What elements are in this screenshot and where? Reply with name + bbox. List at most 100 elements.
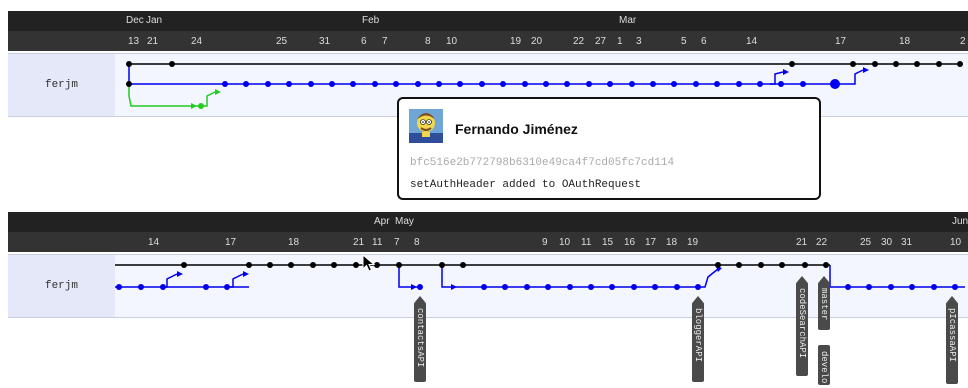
commit-graph[interactable] (115, 254, 968, 318)
commit-dot[interactable] (778, 81, 784, 87)
commit-dot[interactable] (417, 284, 423, 290)
commit-dot[interactable] (286, 81, 292, 87)
commit-dot[interactable] (757, 81, 763, 87)
day-label: 7 (394, 237, 400, 248)
day-label: 24 (191, 36, 203, 47)
branch-tag-develop[interactable]: develo (818, 345, 830, 385)
commit-dot[interactable] (310, 262, 316, 268)
commit-dot[interactable] (436, 81, 442, 87)
commit-hash[interactable]: bfc516e2b772798b6310e49ca4f7cd05fc7cd114 (410, 157, 674, 169)
day-label: 5 (681, 36, 687, 47)
commit-dot[interactable] (564, 81, 570, 87)
commit-dot[interactable] (693, 81, 699, 87)
commit-dot[interactable] (169, 61, 175, 67)
commit-dot[interactable] (267, 262, 273, 268)
month-label: Jan (146, 15, 163, 26)
month-label: May (395, 216, 414, 227)
commit-dot[interactable] (350, 81, 356, 87)
commit-dot[interactable] (629, 81, 635, 87)
day-label: 25 (276, 36, 288, 47)
commit-dot[interactable] (779, 262, 785, 268)
branch-tag-picassaapi[interactable]: pIcassaAPI (946, 296, 958, 384)
commit-dot[interactable] (246, 262, 252, 268)
commit-dot[interactable] (736, 262, 742, 268)
commit-dot[interactable] (714, 81, 720, 87)
commit-dot[interactable] (931, 284, 937, 290)
commit-dot[interactable] (439, 262, 445, 268)
commit-dot[interactable] (823, 262, 829, 268)
commit-dot[interactable] (789, 61, 795, 67)
branch-tag-master[interactable]: master (818, 276, 830, 330)
commit-dot[interactable] (567, 284, 573, 290)
commit-dot[interactable] (329, 81, 335, 87)
commit-dot[interactable] (802, 262, 808, 268)
branch-tag-bloggerapi[interactable]: bloggerAPI (692, 296, 704, 382)
branch-tag-codesearchapi[interactable]: codeSearchAPI (796, 276, 808, 376)
commit-dot[interactable] (353, 262, 359, 268)
commit-dot[interactable] (695, 284, 701, 290)
commit-dot[interactable] (543, 81, 549, 87)
commit-dot[interactable] (586, 81, 592, 87)
commit-dot[interactable] (830, 79, 840, 89)
commit-dot[interactable] (393, 81, 399, 87)
commit-dot[interactable] (909, 284, 915, 290)
commit-dot[interactable] (952, 284, 958, 290)
day-label: 9 (542, 237, 548, 248)
commit-dot[interactable] (265, 81, 271, 87)
commit-dot[interactable] (800, 81, 806, 87)
commit-dot[interactable] (588, 284, 594, 290)
commit-dot[interactable] (893, 61, 899, 67)
commit-dot[interactable] (224, 284, 230, 290)
month-bar (8, 212, 968, 232)
commit-dot[interactable] (650, 81, 656, 87)
commit-dot[interactable] (457, 81, 463, 87)
commit-dot[interactable] (288, 262, 294, 268)
commit-dot[interactable] (331, 262, 337, 268)
commit-dot[interactable] (652, 284, 658, 290)
commit-dot[interactable] (524, 284, 530, 290)
commit-dot[interactable] (126, 61, 132, 67)
commit-dot[interactable] (715, 262, 721, 268)
commit-dot[interactable] (222, 81, 228, 87)
commit-dot[interactable] (308, 81, 314, 87)
commit-dot[interactable] (198, 103, 204, 109)
commit-dot[interactable] (936, 61, 942, 67)
commit-dot[interactable] (631, 284, 637, 290)
commit-dot[interactable] (481, 284, 487, 290)
commit-dot[interactable] (372, 81, 378, 87)
commit-dot[interactable] (415, 81, 421, 87)
day-label: 7 (382, 36, 388, 47)
commit-dot[interactable] (181, 262, 187, 268)
commit-dot[interactable] (845, 284, 851, 290)
commit-dot[interactable] (160, 284, 166, 290)
commit-dot[interactable] (736, 81, 742, 87)
branch-tag-contactsapi[interactable]: contactsAPI (414, 296, 426, 382)
commit-dot[interactable] (460, 262, 466, 268)
day-label: 14 (746, 36, 758, 47)
commit-dot[interactable] (502, 284, 508, 290)
commit-dot[interactable] (609, 284, 615, 290)
commit-dot[interactable] (545, 284, 551, 290)
commit-dot[interactable] (479, 81, 485, 87)
commit-dot[interactable] (850, 61, 856, 67)
commit-dot[interactable] (243, 81, 249, 87)
commit-dots[interactable] (115, 255, 968, 317)
commit-dot[interactable] (674, 284, 680, 290)
commit-dot[interactable] (914, 61, 920, 67)
commit-dot[interactable] (888, 284, 894, 290)
commit-dot[interactable] (607, 81, 613, 87)
commit-dot[interactable] (522, 81, 528, 87)
commit-dot[interactable] (138, 284, 144, 290)
commit-dot[interactable] (866, 284, 872, 290)
commit-dot[interactable] (126, 81, 132, 87)
commit-dot[interactable] (203, 284, 209, 290)
commit-dot[interactable] (396, 262, 402, 268)
commit-dot[interactable] (116, 284, 122, 290)
commit-dot[interactable] (500, 81, 506, 87)
commit-dot[interactable] (758, 262, 764, 268)
commit-dot[interactable] (957, 61, 963, 67)
day-label: 11 (581, 237, 592, 248)
commit-dot[interactable] (872, 61, 878, 67)
commit-dot[interactable] (671, 81, 677, 87)
month-label: Apr (374, 216, 390, 227)
